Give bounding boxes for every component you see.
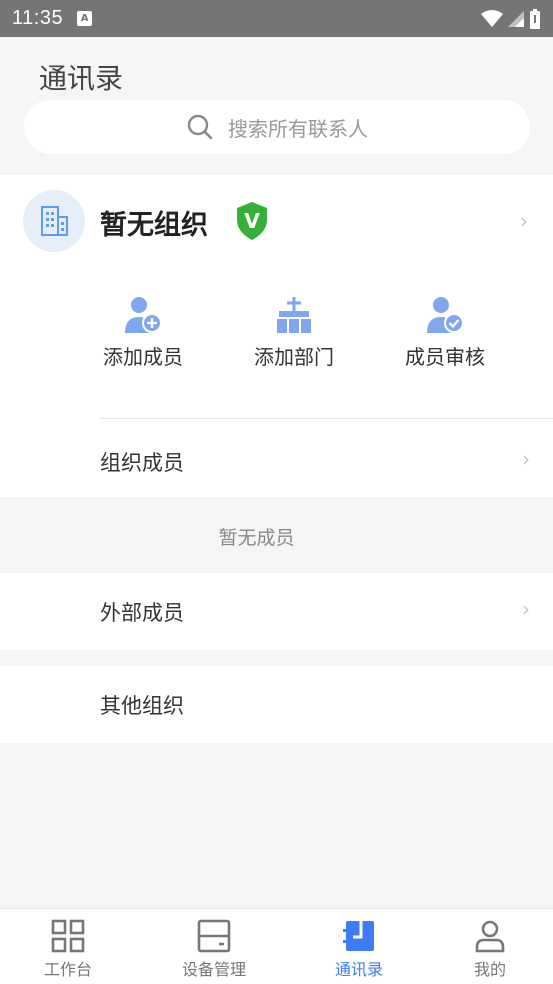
search-input[interactable]: 搜索所有联系人 [24,100,530,154]
verified-badge-icon: V [237,202,267,240]
add-department-button[interactable]: 添加部门 [234,295,354,370]
add-member-button[interactable]: 添加成员 [83,295,203,370]
status-time: 11:35 [12,7,64,29]
wifi-icon [481,9,503,27]
contacts-icon [343,921,374,951]
verified-badge-text: V [244,209,260,233]
org-chevron-right-icon[interactable]: › [520,209,528,233]
building-icon [41,206,68,236]
battery-icon [530,8,540,29]
divider [100,418,553,419]
tab-contacts[interactable]: 通讯录 [304,919,414,980]
member-review-button[interactable]: 成员审核 [385,295,505,370]
profile-icon [475,920,505,953]
status-bar: 11:35 A [0,0,553,37]
external-members-chevron-icon: › [522,597,530,621]
tab-contacts-label: 通讯录 [334,960,383,979]
org-avatar[interactable] [23,190,85,252]
add-department-icon [277,297,311,333]
org-actions: 添加成员 添加部门 成员审核 [0,295,553,375]
signal-icon [508,10,524,27]
add-department-label: 添加部门 [254,345,334,369]
tab-bar: 工作台 设备管理 通讯录 我的 [0,908,553,984]
org-members-row[interactable]: 组织成员 [100,447,184,477]
search-icon [187,114,213,140]
notification-icon: A [77,11,93,26]
external-members-label: 外部成员 [100,601,184,625]
tab-workbench[interactable]: 工作台 [13,919,123,980]
tab-mine[interactable]: 我的 [435,919,545,980]
org-name: 暂无组织 [100,210,208,241]
members-empty-section: 暂无成员 [0,497,553,573]
page-title: 通讯录 [39,62,124,95]
device-icon [197,919,231,953]
header: 通讯录 搜索所有联系人 [0,37,553,175]
member-review-label: 成员审核 [405,345,485,369]
tab-workbench-label: 工作台 [43,960,92,979]
tab-device-management-label: 设备管理 [181,960,246,979]
grid-icon [51,919,85,953]
add-member-label: 添加成员 [103,345,183,369]
add-member-icon [125,297,162,333]
org-card: 暂无组织 V › 添加成员 添加部门 成员审核 组织成员 › [0,175,553,497]
member-review-icon [427,297,464,333]
other-orgs-row[interactable]: 其他组织 [0,666,553,743]
tab-mine-label: 我的 [473,960,506,979]
tab-device-management[interactable]: 设备管理 [159,919,269,980]
other-orgs-label: 其他组织 [100,694,184,718]
external-members-row[interactable]: 外部成员 › [0,573,553,650]
search-placeholder: 搜索所有联系人 [228,116,368,141]
org-members-chevron-icon: › [522,447,530,471]
empty-members-text: 暂无成员 [218,527,295,549]
status-icons [481,8,541,29]
